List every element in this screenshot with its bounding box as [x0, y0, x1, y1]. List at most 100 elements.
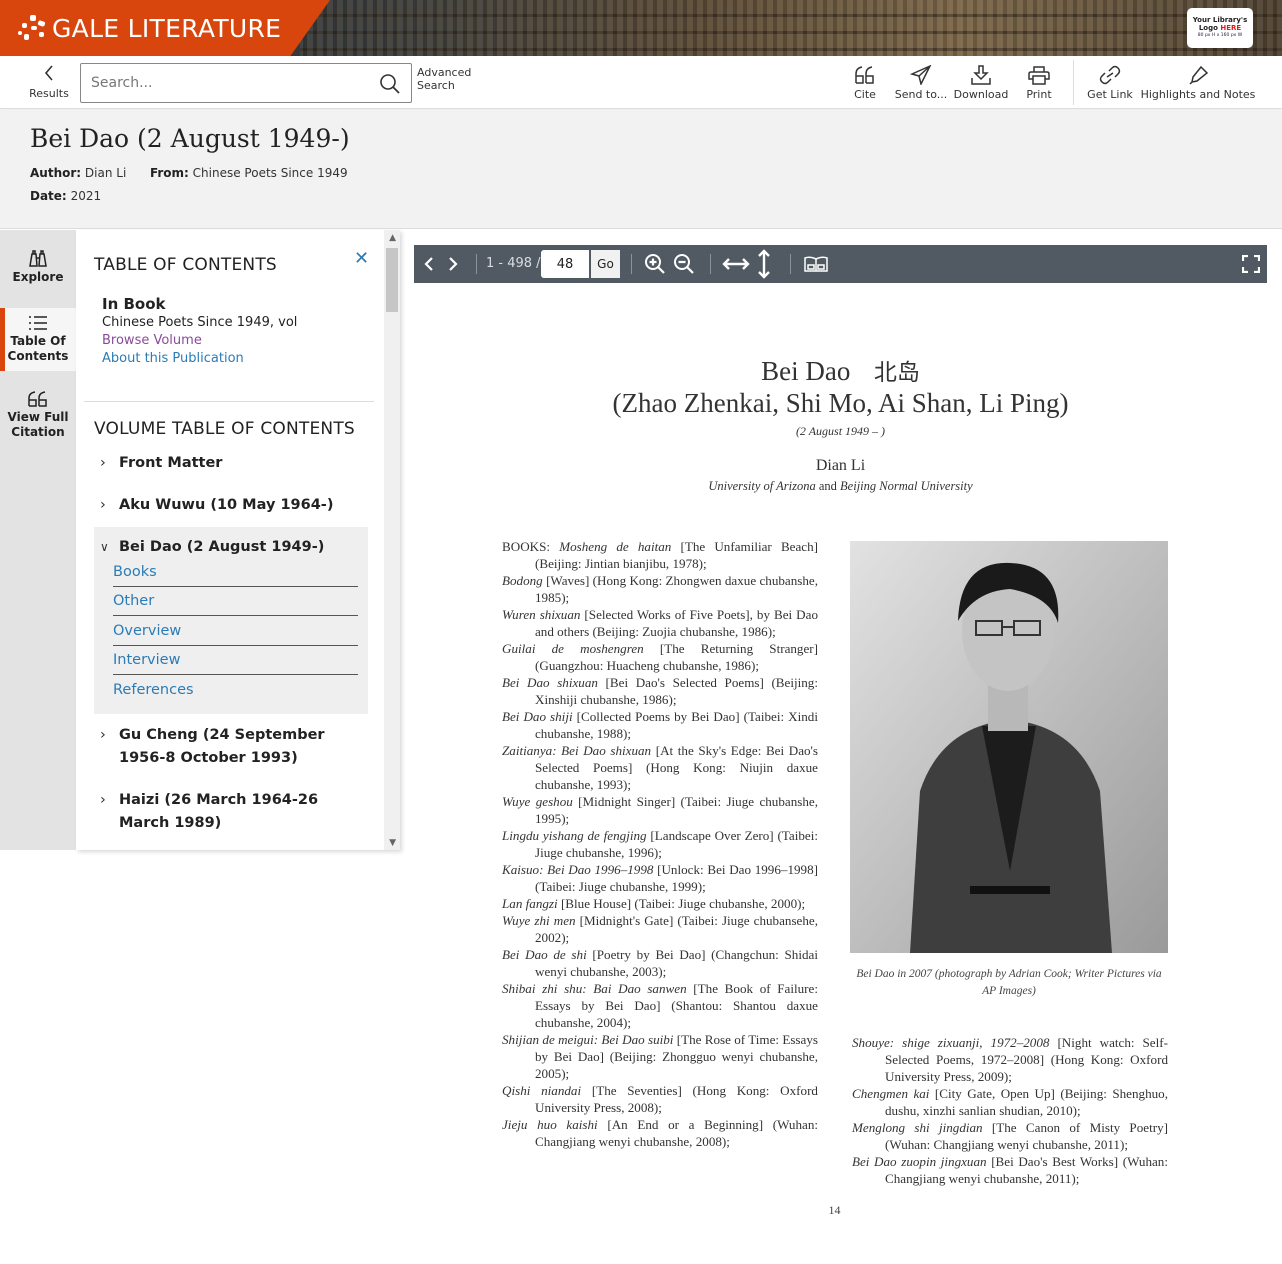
books-list-right: Shouye: shige zixuanji, 1972–2008 [Night…: [852, 1034, 1168, 1187]
link-icon: [1099, 65, 1121, 85]
page-image: Bei Dao 北岛 (Zhao Zhenkai, Shi Mo, Ai Sha…: [414, 283, 1267, 1243]
brand-title: GALE LITERATURE: [52, 13, 282, 43]
toc-entry-front-matter[interactable]: › Front Matter: [100, 452, 370, 475]
close-icon[interactable]: ✕: [354, 248, 369, 269]
book-title: Shijian de meigui: Bei Dao suibi: [502, 1032, 674, 1047]
in-book-label: In Book: [102, 295, 166, 313]
highlights-notes-button[interactable]: Highlights and Notes: [1138, 56, 1258, 109]
book-entry: Chengmen kai [City Gate, Open Up] (Beiji…: [852, 1085, 1168, 1119]
advanced-search-link[interactable]: Advanced Search: [417, 66, 477, 92]
next-page-button[interactable]: [446, 245, 460, 283]
back-label: Results: [29, 87, 69, 100]
chevron-right-icon: ›: [100, 455, 106, 471]
chevron-right-icon: [449, 257, 458, 271]
toc-subitem-other[interactable]: Other: [113, 587, 358, 616]
library-logo-line1: Your Library's: [1192, 16, 1248, 24]
chevron-right-icon: ›: [100, 727, 106, 743]
toc-entry-label: Aku Wuwu (10 May 1964-): [119, 497, 334, 513]
highlights-notes-label: Highlights and Notes: [1140, 88, 1256, 101]
book-entry: Shibai zhi shu: Bai Dao sanwen [The Book…: [502, 980, 818, 1031]
download-button[interactable]: Download: [949, 56, 1013, 109]
date-value: 2021: [70, 189, 102, 203]
toc-entry-haizi[interactable]: › Haizi (26 March 1964-26 March 1989): [100, 789, 370, 835]
fullscreen-button[interactable]: [1242, 245, 1260, 283]
affiliation-b: Beijing Normal University: [840, 479, 973, 493]
toc-subitem-interview[interactable]: Interview: [113, 646, 358, 675]
send-to-button[interactable]: Send to...: [893, 56, 949, 109]
book-entry: Lingdu yishang de fengjing [Landscape Ov…: [502, 827, 818, 861]
get-link-button[interactable]: Get Link: [1082, 56, 1138, 109]
book-entry: Bodong [Waves] (Hong Kong: Zhongwen daxu…: [502, 572, 818, 606]
author-photograph: [850, 541, 1168, 953]
author-label: Author:: [30, 166, 82, 180]
fit-height-button[interactable]: [756, 245, 772, 283]
page-number: 14: [828, 1203, 841, 1217]
left-rail: Explore Table Of Contents View Full Cita…: [0, 230, 76, 850]
rail-citation-label: View Full Citation: [7, 410, 69, 439]
browse-volume-link[interactable]: Browse Volume: [102, 332, 297, 350]
book-title: Wuye geshou: [502, 794, 573, 809]
date-label: Date:: [30, 189, 67, 203]
fullscreen-icon: [1242, 255, 1260, 273]
toc-subitem-books[interactable]: Books: [113, 558, 358, 587]
book-entry: BOOKS: Mosheng de haitan [The Unfamiliar…: [502, 538, 818, 572]
back-to-results-button[interactable]: Results: [26, 64, 72, 100]
book-title: Kaisuo: Bei Dao 1996–1998: [502, 862, 654, 877]
toc-entry-aku-wuwu[interactable]: › Aku Wuwu (10 May 1964-): [100, 494, 370, 517]
toc-scrollbar[interactable]: ▲ ▼: [384, 230, 400, 850]
affiliation-and: and: [815, 479, 841, 493]
book-entry: Wuye geshou [Midnight Singer] (Taibei: J…: [502, 793, 818, 827]
fit-width-button[interactable]: [722, 245, 750, 283]
viewer-toolbar: 1 - 498 / Go: [414, 245, 1267, 283]
gale-logo-icon: [18, 13, 48, 43]
rail-table-of-contents[interactable]: Table Of Contents: [0, 308, 76, 371]
book-title: Lan fangzi: [502, 896, 558, 911]
book-entry: Wuye zhi men [Midnight's Gate] (Taibei: …: [502, 912, 818, 946]
brand-logo[interactable]: GALE LITERATURE: [0, 0, 330, 56]
toc-entry-label: Front Matter: [119, 455, 223, 471]
search-icon[interactable]: [379, 73, 401, 95]
entry-heading: Bei Dao 北岛: [414, 353, 1267, 387]
go-button[interactable]: Go: [591, 250, 620, 278]
print-button[interactable]: Print: [1013, 56, 1065, 109]
book-entry: Guilai de moshengren [The Returning Stra…: [502, 640, 818, 674]
rail-toc-label: Table Of Contents: [7, 334, 69, 363]
document-author-from: Author: Dian Li From: Chinese Poets Sinc…: [30, 166, 348, 180]
toc-scroll-thumb[interactable]: [386, 248, 398, 312]
toc-entry-bei-dao[interactable]: ∨ Bei Dao (2 August 1949-): [100, 536, 370, 559]
toc-entry-gu-cheng[interactable]: › Gu Cheng (24 September 1956-8 October …: [100, 724, 370, 770]
library-logo-here: HERE: [1220, 24, 1242, 32]
chevron-down-icon: ∨: [100, 540, 109, 554]
previous-page-button[interactable]: [422, 245, 436, 283]
toc-subitem-references[interactable]: References: [113, 676, 358, 705]
scroll-down-icon[interactable]: ▼: [389, 838, 396, 848]
search-input[interactable]: [81, 64, 371, 102]
search-box: [80, 63, 412, 103]
from-value: Chinese Poets Since 1949: [192, 166, 348, 180]
book-entry: Kaisuo: Bei Dao 1996–1998 [Unlock: Bei D…: [502, 861, 818, 895]
fit-height-icon: [758, 249, 770, 279]
library-logo-line2: Logo: [1198, 24, 1221, 32]
two-page-view-button[interactable]: [803, 245, 829, 283]
about-publication-link[interactable]: About this Publication: [102, 350, 297, 368]
toc-subitem-overview[interactable]: Overview: [113, 617, 358, 646]
viewer-divider: [476, 254, 477, 274]
viewer-divider: [790, 254, 791, 274]
page-number-input[interactable]: [541, 250, 589, 278]
page-range: 1 - 498 /: [486, 256, 541, 271]
entry-affiliation: University of Arizona and Beijing Normal…: [414, 479, 1267, 494]
cite-button[interactable]: Cite: [837, 56, 893, 109]
book-title: Wuye zhi men: [502, 913, 576, 928]
rail-view-full-citation[interactable]: View Full Citation: [0, 390, 76, 450]
book-title: Menglong shi jingdian: [852, 1120, 983, 1135]
zoom-in-button[interactable]: [644, 245, 666, 283]
zoom-out-button[interactable]: [673, 245, 695, 283]
scroll-up-icon[interactable]: ▲: [389, 233, 396, 243]
book-title: Jieju huo kaishi: [502, 1117, 598, 1132]
book-spread-icon: [804, 256, 828, 272]
book-entry: Bei Dao shiji [Collected Poems by Bei Da…: [502, 708, 818, 742]
rail-explore[interactable]: Explore: [0, 250, 76, 310]
quote-icon: [855, 66, 874, 84]
rail-explore-label: Explore: [12, 270, 64, 284]
book-title: Guilai de moshengren: [502, 641, 644, 656]
